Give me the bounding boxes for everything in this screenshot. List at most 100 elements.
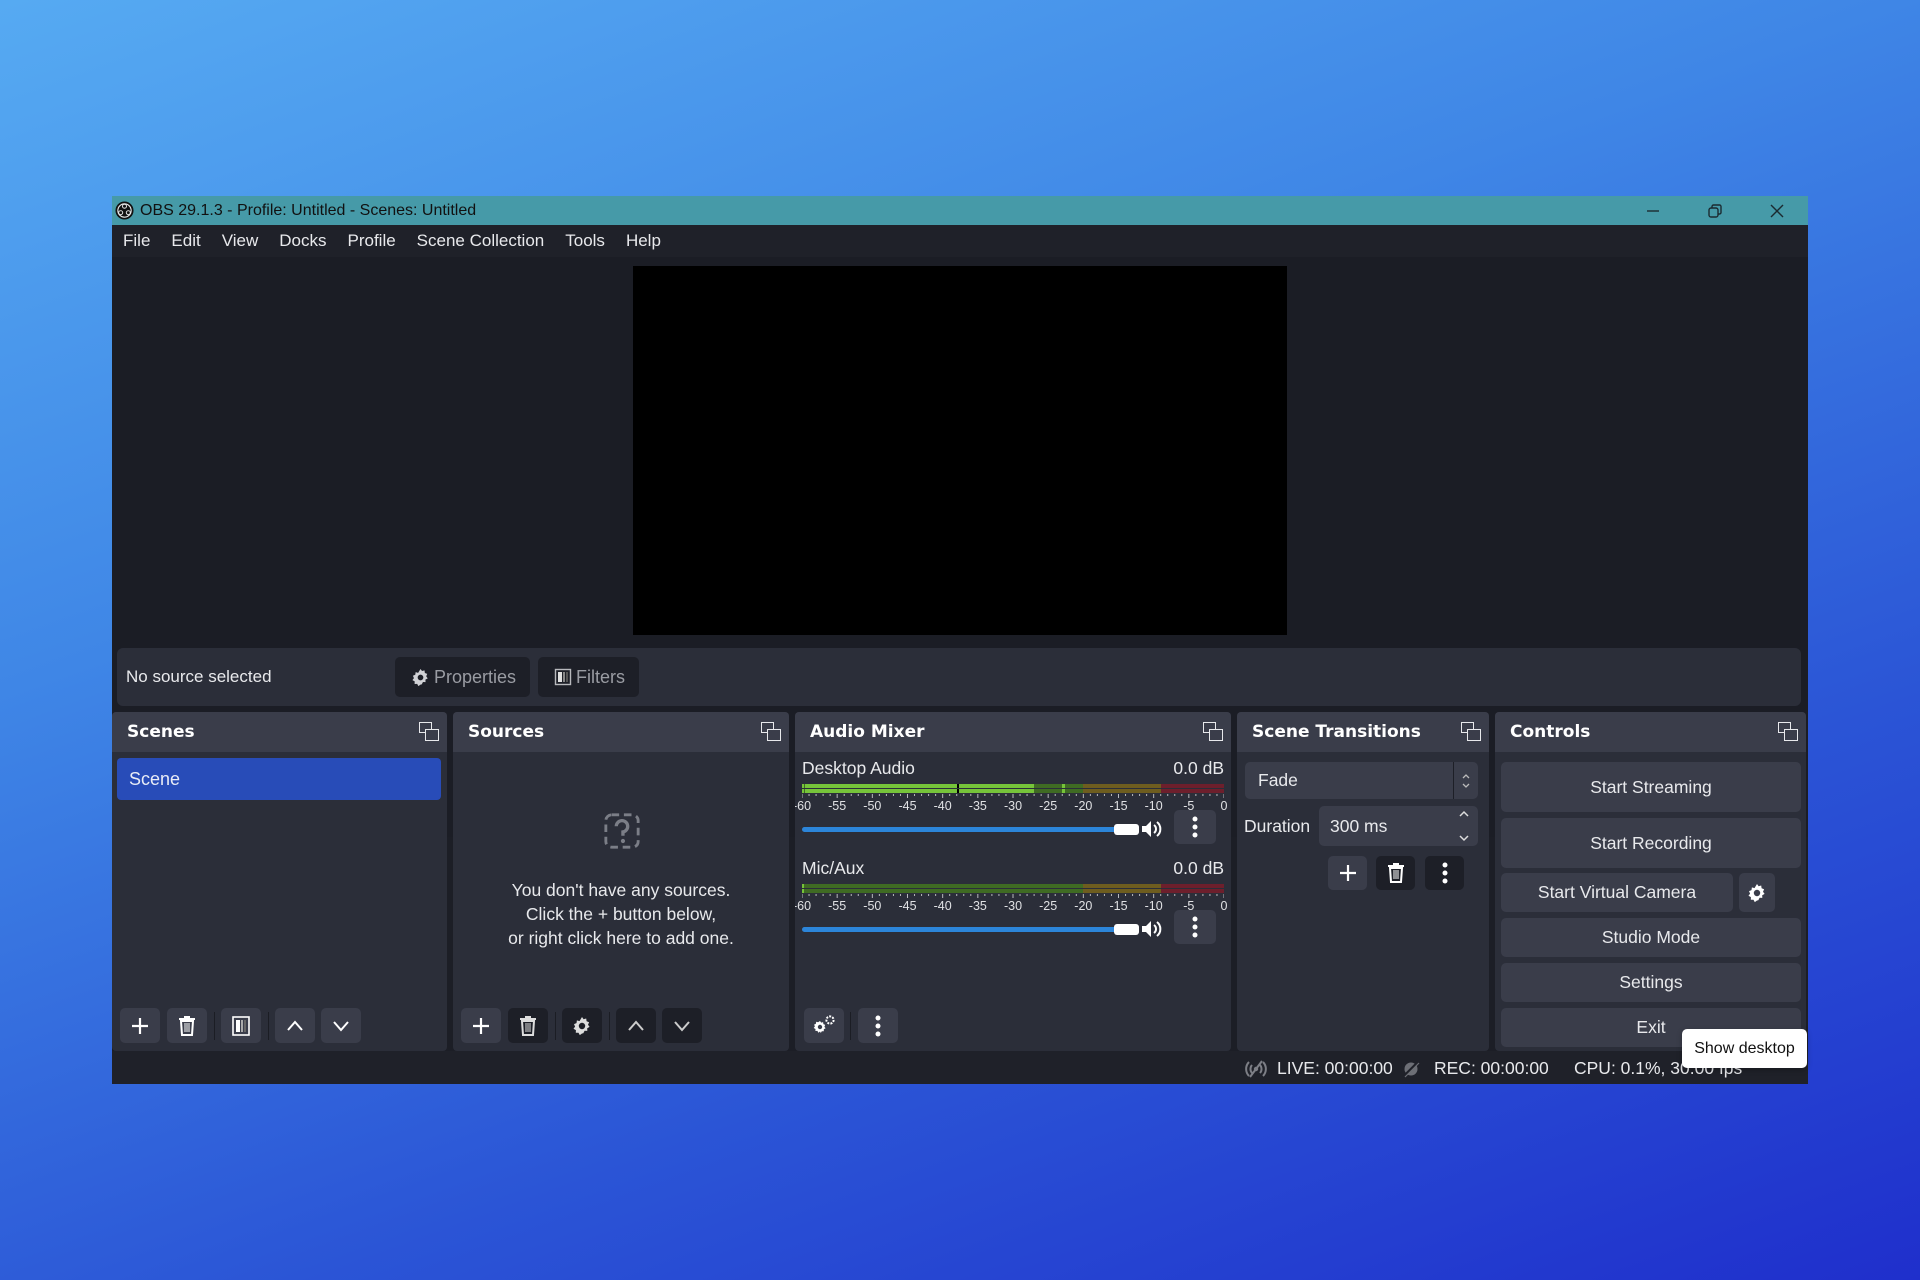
menu-edit[interactable]: Edit bbox=[171, 231, 200, 251]
undock-icon[interactable] bbox=[1461, 722, 1481, 742]
preview-canvas[interactable] bbox=[633, 266, 1287, 635]
channel-menu-button[interactable] bbox=[1174, 910, 1216, 944]
add-transition-button[interactable] bbox=[1328, 856, 1367, 890]
add-source-button[interactable] bbox=[461, 1008, 501, 1043]
close-button[interactable] bbox=[1746, 196, 1808, 225]
scale-label: -25 bbox=[1039, 799, 1058, 813]
empty-line: or right click here to add one. bbox=[508, 928, 734, 948]
start-streaming-label: Start Streaming bbox=[1590, 776, 1712, 797]
audio-mixer-dock: Audio Mixer Desktop Audio 0.0 dB -60 -55 -50… bbox=[795, 712, 1231, 1051]
scene-name: Scene bbox=[129, 768, 181, 789]
meter-range bbox=[1160, 784, 1224, 788]
undock-icon[interactable] bbox=[761, 722, 781, 742]
restore-button[interactable] bbox=[1684, 196, 1746, 225]
streaming-off-icon bbox=[1245, 1059, 1267, 1078]
scale-label: -40 bbox=[933, 899, 952, 913]
scale-label: -25 bbox=[1039, 899, 1058, 913]
advanced-audio-properties-button[interactable] bbox=[804, 1008, 844, 1043]
show-desktop-tooltip: Show desktop bbox=[1682, 1029, 1807, 1068]
menu-bar: File Edit View Docks Profile Scene Colle… bbox=[112, 225, 1808, 257]
transition-select[interactable]: Fade bbox=[1245, 762, 1478, 799]
title-bar: OBS 29.1.3 - Profile: Untitled - Scenes:… bbox=[112, 196, 1808, 225]
duration-label: Duration bbox=[1244, 816, 1311, 836]
spin-down-icon[interactable] bbox=[1458, 834, 1470, 842]
exit-label: Exit bbox=[1636, 1017, 1666, 1037]
minimize-icon bbox=[1647, 209, 1659, 212]
move-scene-down-button[interactable] bbox=[321, 1008, 361, 1043]
volume-slider[interactable] bbox=[802, 827, 1120, 832]
scene-transitions-dock-title: Scene Transitions bbox=[1252, 722, 1421, 742]
duration-spinbox[interactable]: 300 ms bbox=[1319, 806, 1478, 846]
spin-up-icon[interactable] bbox=[1458, 810, 1470, 818]
start-recording-button[interactable]: Start Recording bbox=[1501, 818, 1801, 868]
audio-mixer-menu-button[interactable] bbox=[858, 1008, 898, 1043]
volume-slider-handle[interactable] bbox=[1114, 924, 1139, 935]
remove-source-button[interactable] bbox=[508, 1008, 548, 1043]
speaker-icon[interactable] bbox=[1140, 919, 1164, 939]
toolbar-separator bbox=[268, 1012, 269, 1040]
chevron-down-icon bbox=[674, 1020, 690, 1032]
menu-docks[interactable]: Docks bbox=[279, 231, 326, 251]
undock-icon[interactable] bbox=[1778, 722, 1798, 742]
menu-tools[interactable]: Tools bbox=[565, 231, 605, 251]
meter-range bbox=[802, 884, 1084, 888]
gear-icon bbox=[412, 668, 428, 686]
channel-name: Mic/Aux bbox=[802, 858, 865, 878]
transition-value: Fade bbox=[1258, 770, 1298, 790]
meter-range bbox=[1083, 884, 1161, 888]
undock-icon[interactable] bbox=[419, 722, 439, 742]
live-time: LIVE: 00:00:00 bbox=[1277, 1058, 1393, 1078]
chevron-up-icon bbox=[287, 1019, 303, 1031]
meter-range bbox=[1083, 784, 1161, 788]
vertical-dots-icon bbox=[1192, 916, 1198, 938]
plus-icon bbox=[132, 1017, 148, 1034]
meter-scale: -60-55-50-45-40-35-30-25-20-15-10-50 bbox=[795, 796, 1227, 813]
start-streaming-button[interactable]: Start Streaming bbox=[1501, 762, 1801, 812]
properties-button[interactable]: Properties bbox=[395, 657, 531, 697]
meter-start bbox=[802, 789, 804, 793]
scale-label: -55 bbox=[828, 899, 847, 913]
menu-help[interactable]: Help bbox=[626, 231, 661, 251]
menu-file[interactable]: File bbox=[123, 231, 150, 251]
scene-list-item[interactable]: Scene bbox=[117, 758, 441, 800]
add-scene-button[interactable] bbox=[120, 1008, 160, 1043]
volume-slider-handle[interactable] bbox=[1114, 824, 1139, 835]
menu-profile[interactable]: Profile bbox=[347, 231, 395, 251]
remove-scene-button[interactable] bbox=[167, 1008, 207, 1043]
filters-button[interactable]: Filters bbox=[538, 657, 640, 697]
meter-level bbox=[805, 789, 1035, 793]
chevron-up-icon bbox=[628, 1019, 644, 1031]
move-scene-up-button[interactable] bbox=[275, 1008, 315, 1043]
start-virtual-camera-button[interactable]: Start Virtual Camera bbox=[1501, 873, 1733, 912]
menu-scene-collection[interactable]: Scene Collection bbox=[417, 231, 545, 251]
move-source-down-button[interactable] bbox=[662, 1008, 702, 1043]
menu-view[interactable]: View bbox=[222, 231, 259, 251]
meter-scale: -60-55-50-45-40-35-30-25-20-15-10-50 bbox=[795, 896, 1227, 913]
volume-meter bbox=[802, 884, 1224, 894]
studio-mode-button[interactable]: Studio Mode bbox=[1501, 918, 1801, 957]
meter-range bbox=[1083, 889, 1161, 893]
transition-properties-button[interactable] bbox=[1425, 856, 1464, 890]
channel-db: 0.0 dB bbox=[1173, 758, 1224, 778]
meter-start bbox=[802, 889, 804, 893]
remove-transition-button[interactable] bbox=[1376, 856, 1415, 890]
settings-button[interactable]: Settings bbox=[1501, 963, 1801, 1002]
channel-name: Desktop Audio bbox=[802, 758, 915, 778]
speaker-icon[interactable] bbox=[1140, 819, 1164, 839]
live-status: LIVE: 00:00:00 bbox=[1243, 1058, 1393, 1079]
sources-dock-title: Sources bbox=[468, 722, 545, 742]
toolbar-separator bbox=[850, 1012, 851, 1040]
vertical-dots-icon bbox=[1192, 816, 1198, 838]
scale-label: -35 bbox=[968, 899, 987, 913]
undock-icon[interactable] bbox=[1203, 722, 1223, 742]
channel-menu-button[interactable] bbox=[1174, 810, 1216, 844]
trash-icon bbox=[520, 1015, 536, 1036]
scene-filters-button[interactable] bbox=[221, 1008, 261, 1043]
no-sources-message[interactable]: You don't have any sources. Click the + … bbox=[453, 878, 789, 950]
rec-status: REC: 00:00:00 bbox=[1402, 1058, 1549, 1079]
source-properties-button[interactable] bbox=[562, 1008, 602, 1043]
minimize-button[interactable] bbox=[1622, 196, 1684, 225]
virtual-camera-settings-button[interactable] bbox=[1739, 873, 1775, 912]
move-source-up-button[interactable] bbox=[616, 1008, 656, 1043]
volume-slider[interactable] bbox=[802, 927, 1120, 932]
